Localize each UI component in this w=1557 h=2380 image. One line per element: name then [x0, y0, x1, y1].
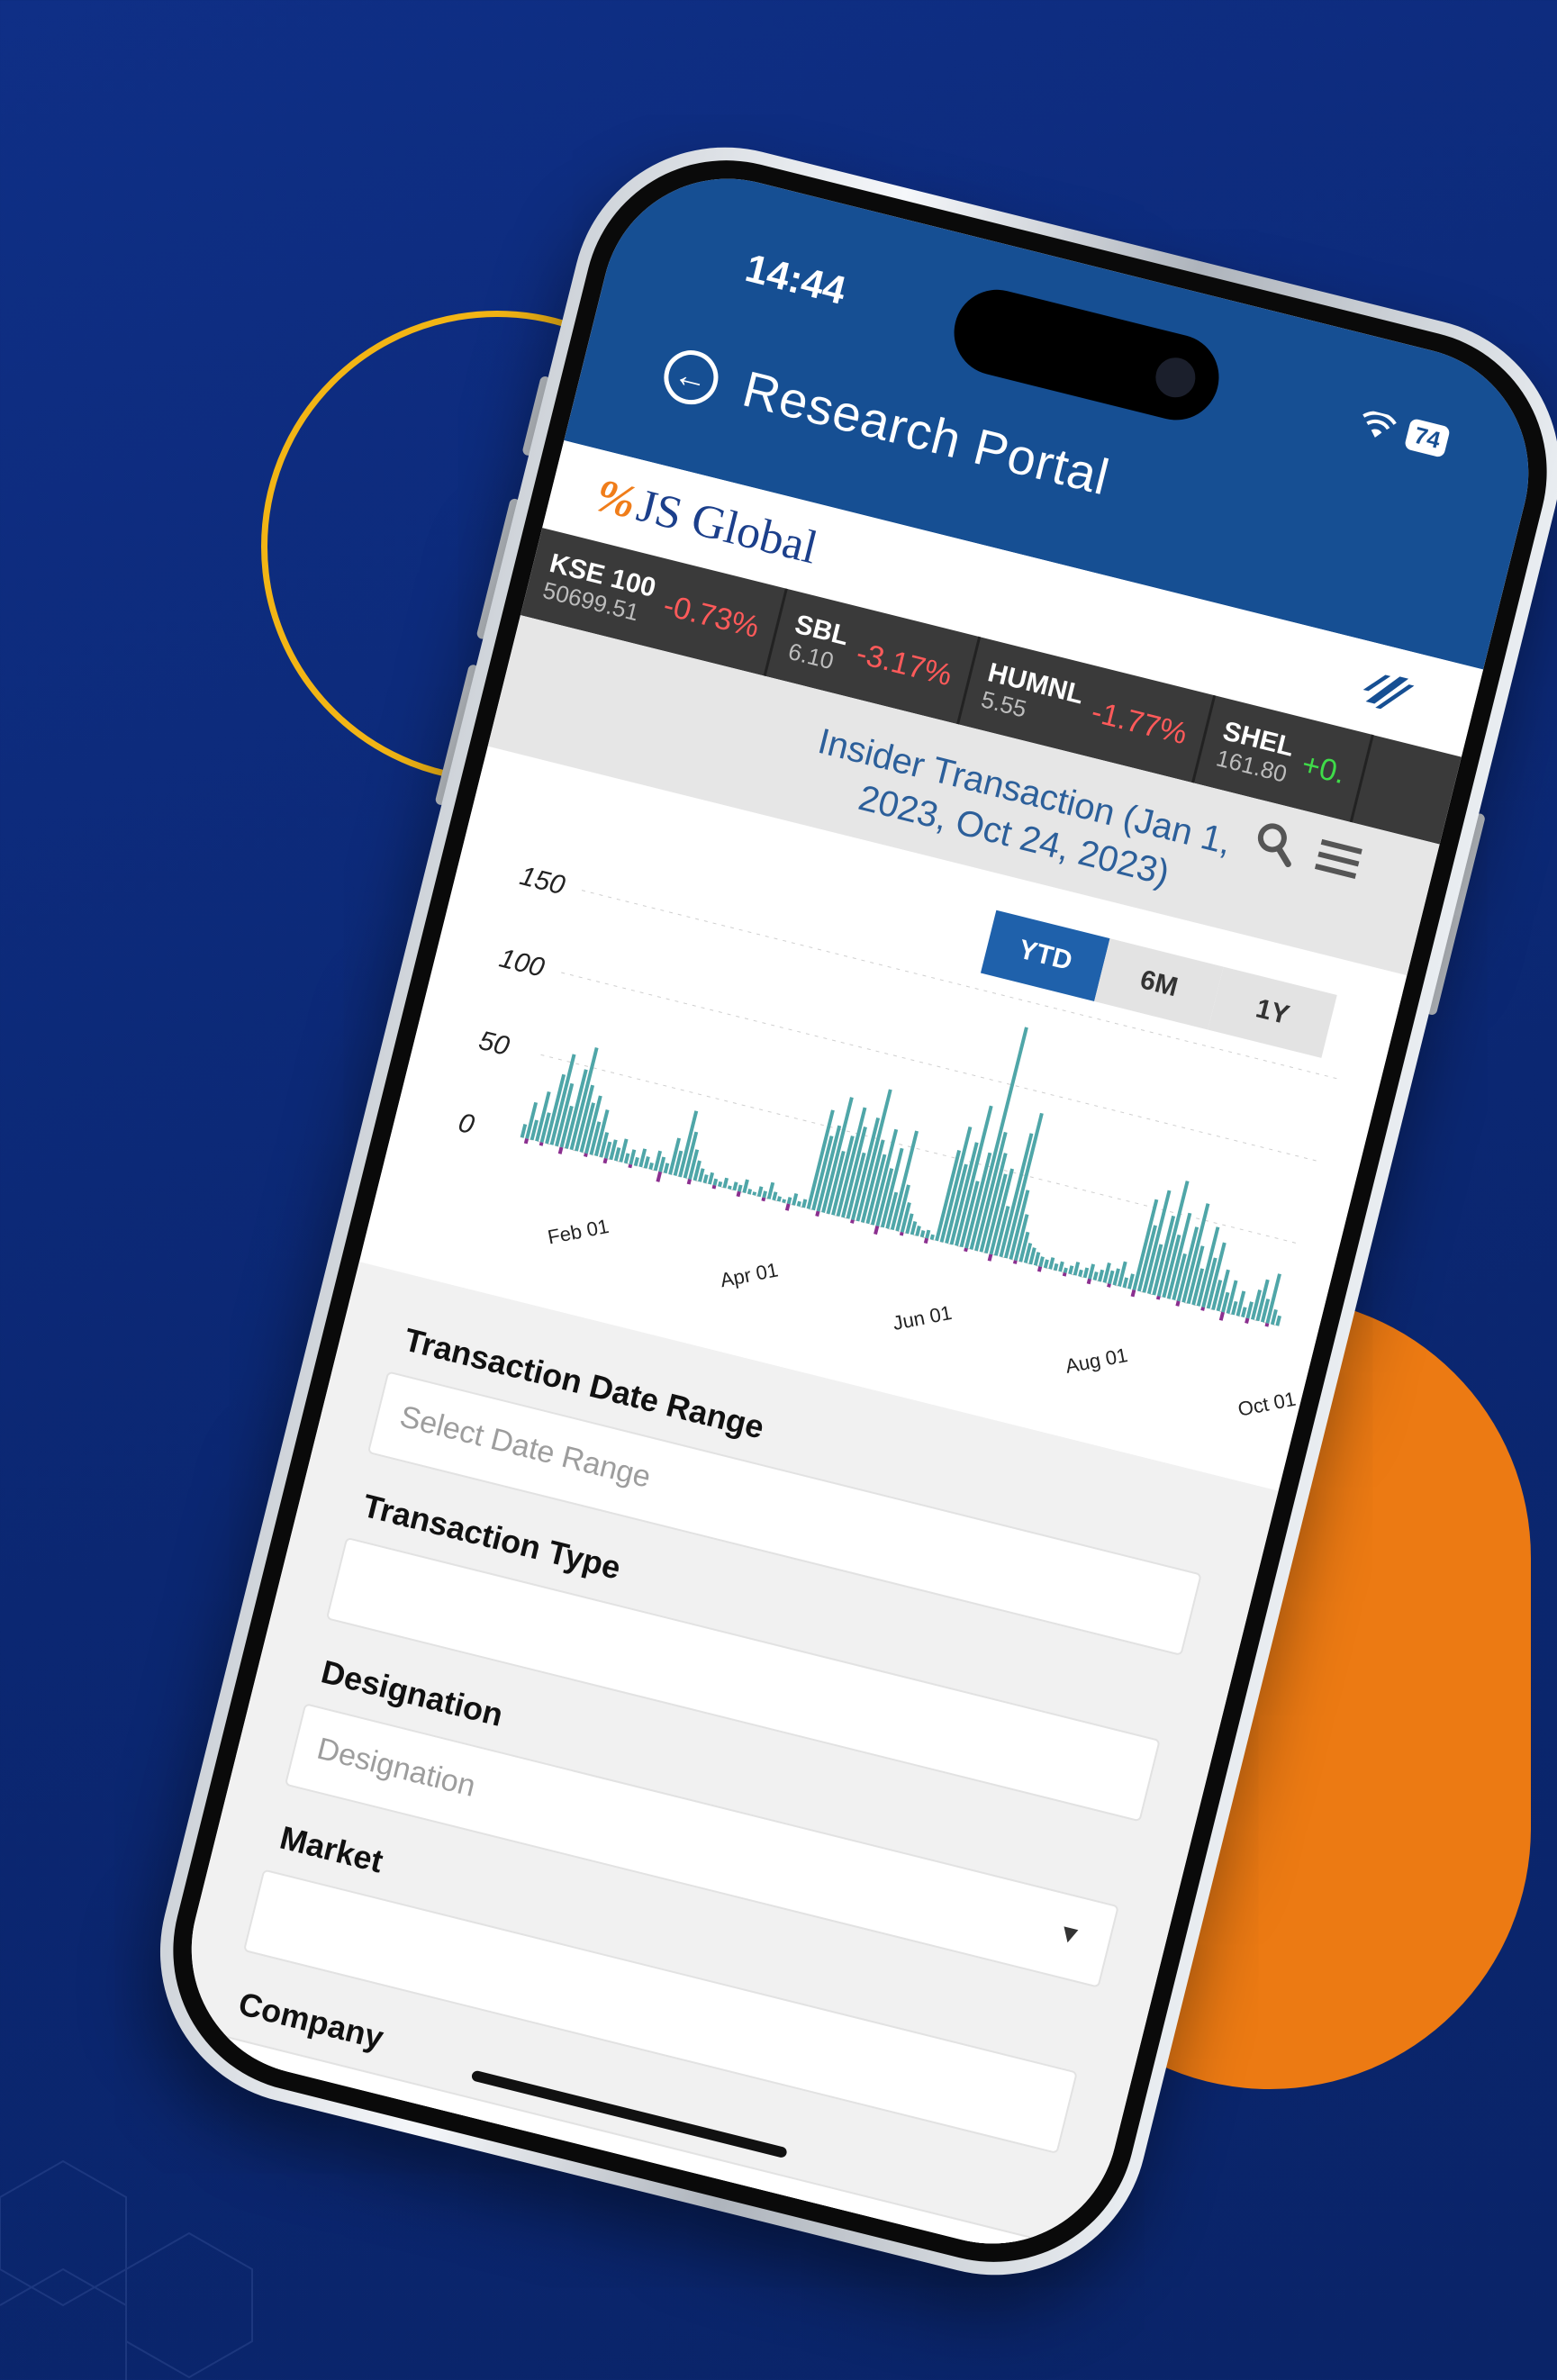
chart-bar-negative	[784, 1203, 791, 1211]
grid-line	[540, 1054, 1301, 1245]
status-time: 14:44	[740, 246, 850, 313]
chart-bar	[1082, 1267, 1090, 1279]
chart-bar-negative	[923, 1237, 929, 1244]
chart-bar	[727, 1185, 732, 1190]
ticker-change: -1.77%	[1088, 693, 1191, 751]
chart-bar-negative	[1086, 1278, 1091, 1285]
chart-bar	[623, 1153, 630, 1164]
chart-bar	[772, 1191, 778, 1201]
chart-bar-negative	[1175, 1300, 1181, 1307]
chart-bar-negative	[1245, 1317, 1250, 1324]
chart-bar-negative	[686, 1179, 692, 1185]
chart-bar	[712, 1178, 719, 1186]
chart-bar	[919, 1230, 926, 1238]
y-tick-label: 50	[475, 1026, 512, 1062]
ticker-change: +0.	[1298, 747, 1349, 791]
chart-bar	[1063, 1267, 1068, 1273]
chart-bar	[643, 1156, 650, 1169]
date-range-placeholder: Select Date Range	[396, 1398, 655, 1495]
chart-bar	[752, 1191, 757, 1196]
x-tick-label: Apr 01	[719, 1258, 780, 1291]
chart-bar	[1068, 1265, 1074, 1275]
ticker-change: -0.73%	[660, 587, 763, 645]
dynamic-island	[945, 280, 1228, 430]
chart-bar	[929, 1234, 935, 1241]
status-icons: 74	[1357, 406, 1451, 458]
chart-bar	[1078, 1269, 1083, 1278]
back-button[interactable]: ←	[658, 344, 724, 411]
ticker-change: -3.17%	[853, 635, 956, 692]
chart-bar	[747, 1189, 753, 1195]
chart-bar	[1092, 1271, 1099, 1281]
chart-bar	[633, 1156, 639, 1167]
chart-bar-negative	[1130, 1290, 1136, 1298]
chart-bar	[1122, 1277, 1129, 1289]
chart-bar	[801, 1199, 808, 1208]
chart-bar	[925, 1229, 931, 1239]
chart-bar	[663, 1163, 670, 1174]
chart-bar	[1048, 1257, 1055, 1270]
chart-bar-negative	[523, 1138, 530, 1145]
js-logo-icon[interactable]	[1357, 665, 1417, 719]
x-tick-label: Aug 01	[1064, 1344, 1129, 1378]
chart-bar	[792, 1193, 799, 1206]
chart-bar-negative	[1036, 1266, 1043, 1272]
chart-bar-negative	[987, 1253, 993, 1262]
chart-bar-negative	[815, 1210, 820, 1217]
background-hex-pattern	[0, 2159, 253, 2380]
wifi-icon	[1362, 411, 1398, 438]
chart-bar	[786, 1197, 792, 1205]
chart-bar	[648, 1162, 654, 1171]
chart-bar	[1275, 1315, 1281, 1326]
y-tick-label: 150	[517, 861, 568, 900]
y-tick-label: 100	[496, 944, 548, 983]
chart-bar	[762, 1190, 767, 1199]
chart-bar	[776, 1196, 782, 1202]
chart-bar	[722, 1177, 729, 1189]
chart-bar-negative	[874, 1226, 880, 1235]
x-tick-label: Jun 01	[891, 1301, 954, 1335]
chart-bar	[796, 1200, 801, 1208]
chart-bar	[708, 1172, 715, 1185]
chart-bar	[1043, 1259, 1049, 1269]
chart-bar-negative	[1218, 1311, 1225, 1321]
chart-bar	[717, 1181, 723, 1188]
chart-bar	[1058, 1261, 1064, 1272]
market-label: Market	[276, 1818, 387, 1880]
grid-line	[561, 972, 1322, 1163]
chart-bar-negative	[557, 1146, 564, 1154]
y-tick-label: 0	[456, 1108, 477, 1140]
chart-bar	[737, 1184, 743, 1192]
chart-bar	[1098, 1269, 1105, 1282]
chart-bar-negative	[602, 1157, 608, 1164]
chart-bar	[1241, 1307, 1247, 1318]
chart-bar	[1038, 1256, 1045, 1268]
designation-placeholder: Designation	[313, 1731, 479, 1804]
chart-bar	[915, 1226, 921, 1236]
chart-bar-negative	[736, 1190, 741, 1198]
chart-bar	[702, 1174, 709, 1184]
chart-bar-negative	[656, 1171, 663, 1182]
camera-icon	[1151, 353, 1200, 402]
chart-bar	[732, 1181, 738, 1191]
battery-icon: 74	[1403, 417, 1451, 458]
chart-bar	[1003, 1112, 1044, 1259]
x-tick-label: Feb 01	[546, 1215, 611, 1249]
chart-bar	[756, 1186, 764, 1198]
chart-bar	[1053, 1262, 1059, 1271]
chevron-down-icon: ▼	[1054, 1917, 1086, 1951]
x-tick-label: Oct 01	[1236, 1388, 1298, 1421]
